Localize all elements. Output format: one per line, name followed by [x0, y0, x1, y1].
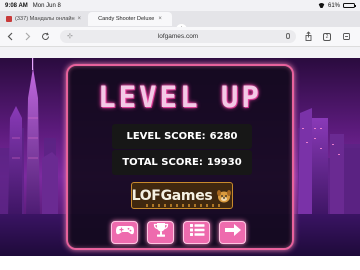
status-time: 9:08 AM	[5, 2, 28, 9]
gamepad-button[interactable]	[111, 221, 138, 244]
battery-percent: 61%	[327, 2, 340, 9]
level-up-panel: LEVEL UP LEVEL SCORE: 6280 TOTAL SCORE: …	[66, 64, 294, 250]
status-date: Mon Jun 8	[32, 2, 61, 9]
url-text: lofgames.com	[157, 33, 199, 40]
next-arrow-icon	[224, 223, 242, 242]
total-score-value: 19930	[206, 157, 242, 168]
refresh-icon[interactable]	[40, 31, 51, 42]
close-icon[interactable]: ×	[158, 16, 162, 22]
level-score-box: LEVEL SCORE: 6280	[112, 124, 252, 149]
paw-prints-decoration	[146, 204, 222, 207]
dog-mascot-icon	[216, 188, 232, 204]
total-score-label: TOTAL SCORE:	[122, 157, 203, 168]
level-up-title: LEVEL UP	[98, 80, 262, 114]
share-icon[interactable]	[303, 31, 314, 42]
back-icon[interactable]	[5, 31, 16, 42]
wifi-icon	[318, 3, 325, 8]
tab-title: Candy Shooter Deluxe	[98, 16, 155, 22]
level-score-value: 6280	[209, 131, 238, 142]
menu-list-icon	[188, 223, 206, 242]
game-canvas[interactable]: LEVEL UP LEVEL SCORE: 6280 TOTAL SCORE: …	[0, 58, 360, 256]
status-bar: 9:08 AM Mon Jun 8 61%	[0, 0, 360, 11]
browser-toolbar: ⊹ lofgames.com 2	[0, 27, 360, 47]
tab-youtube[interactable]: (337) Мандалы онлайн ×	[0, 12, 88, 26]
close-icon[interactable]: ×	[78, 16, 82, 22]
address-bar[interactable]: ⊹ lofgames.com	[60, 30, 296, 43]
trophy-button[interactable]	[147, 221, 174, 244]
tab-candy-shooter[interactable]: Candy Shooter Deluxe ×	[88, 12, 172, 26]
tab-strip: (337) Мандалы онлайн × Candy Shooter Del…	[0, 11, 360, 35]
total-score-box: TOTAL SCORE: 19930	[112, 150, 252, 175]
gamepad-icon	[115, 223, 135, 242]
next-level-button[interactable]	[219, 221, 246, 244]
trophy-icon	[152, 222, 170, 243]
status-right: 61%	[318, 2, 356, 9]
more-icon[interactable]	[341, 31, 352, 42]
level-score-label: LEVEL SCORE:	[126, 131, 206, 142]
youtube-icon	[6, 16, 12, 22]
microphone-icon[interactable]	[286, 33, 290, 39]
reading-mode-icon[interactable]: ⊹	[67, 32, 73, 40]
lofgames-logo[interactable]: LOFGames	[131, 182, 233, 209]
page-below-game	[0, 256, 360, 270]
menu-button[interactable]	[183, 221, 210, 244]
battery-icon	[343, 3, 356, 8]
tabs-icon[interactable]: 2	[323, 33, 331, 41]
logo-wordmark: LOFGames	[131, 187, 213, 204]
tab-title: (337) Мандалы онлайн	[15, 16, 75, 22]
forward-icon[interactable]	[22, 31, 33, 42]
